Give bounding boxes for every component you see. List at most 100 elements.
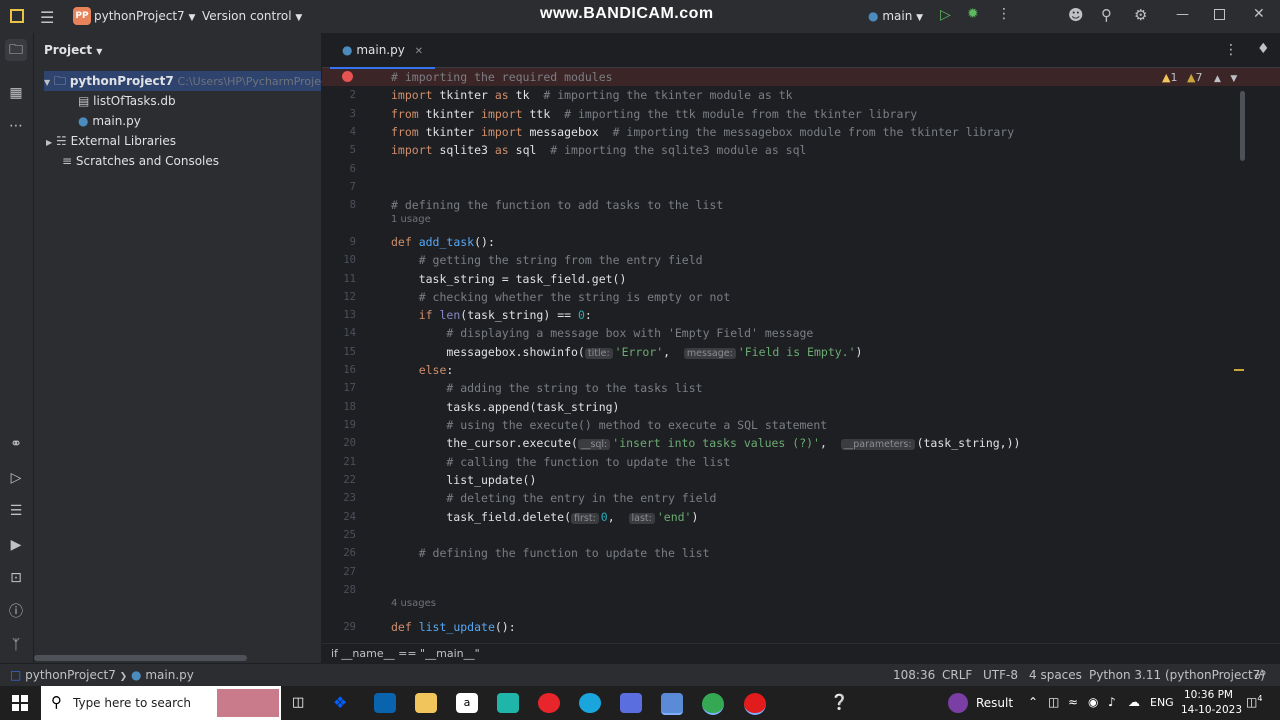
result-app-icon[interactable]: [948, 693, 968, 713]
line-number[interactable]: 4: [322, 123, 356, 141]
line-number[interactable]: 24: [322, 508, 356, 526]
code-line[interactable]: 21 # calling the function to update the …: [322, 453, 1280, 471]
taskbar-search-box[interactable]: ⚲ Type here to search: [41, 686, 281, 720]
line-number[interactable]: 25: [322, 526, 356, 544]
layers-icon[interactable]: ☰: [5, 500, 27, 522]
code-line[interactable]: # importing the required modules: [322, 68, 1280, 87]
inspection-widget[interactable]: ▲1 ▲7 ▲ ▼: [1162, 71, 1237, 84]
code-line[interactable]: 27: [322, 563, 1280, 581]
settings-gear-icon[interactable]: ⚙: [1134, 6, 1147, 24]
add-user-icon[interactable]: ☻: [1068, 6, 1084, 24]
result-label[interactable]: Result: [976, 696, 1013, 710]
help-icon[interactable]: ❔: [830, 693, 849, 711]
more-actions-icon[interactable]: ⋮: [997, 6, 1011, 22]
amazon-icon[interactable]: a: [456, 693, 478, 713]
line-number[interactable]: 21: [322, 453, 356, 471]
structure-icon[interactable]: ▦: [5, 82, 27, 104]
edge-icon[interactable]: [579, 693, 601, 713]
copilot-icon[interactable]: [620, 693, 642, 713]
tray-volume-icon[interactable]: ♪: [1108, 695, 1116, 709]
taskbar-date[interactable]: 14-10-2023: [1181, 704, 1242, 716]
opera-icon[interactable]: [538, 693, 560, 713]
code-line[interactable]: 22 list_update(): [322, 471, 1280, 489]
code-line[interactable]: 15 messagebox.showinfo(title: 'Error', me…: [322, 343, 1280, 361]
line-number[interactable]: 13: [322, 306, 356, 324]
line-number[interactable]: 19: [322, 416, 356, 434]
chevron-up-icon[interactable]: ▲: [1214, 74, 1221, 84]
line-number[interactable]: 18: [322, 398, 356, 416]
vertical-scrollbar[interactable]: [1240, 91, 1245, 161]
line-number[interactable]: 23: [322, 489, 356, 507]
code-line[interactable]: 10 # getting the string from the entry f…: [322, 251, 1280, 269]
tab-options-icon[interactable]: ⋮: [1224, 42, 1238, 58]
code-line[interactable]: 3 from tkinter import ttk # importing the…: [322, 105, 1280, 123]
code-line[interactable]: 23 # deleting the entry in the entry fie…: [322, 489, 1280, 507]
run-tool-icon[interactable]: ▷: [5, 467, 27, 489]
horizontal-scrollbar[interactable]: [34, 655, 247, 661]
project-selector[interactable]: pythonProject7 ▼: [94, 9, 195, 23]
bandicam-icon[interactable]: [744, 693, 766, 715]
problems-icon[interactable]: ⓘ: [5, 601, 27, 623]
code-line[interactable]: 16 else:: [322, 361, 1280, 379]
debug-icon[interactable]: ✹: [967, 6, 979, 22]
project-panel-header[interactable]: Project ▼: [44, 43, 102, 57]
code-line[interactable]: 19 # using the execute() method to execu…: [322, 416, 1280, 434]
notepad-icon[interactable]: [661, 693, 683, 715]
close-tab-icon[interactable]: ✕: [415, 46, 423, 57]
more-tools-icon[interactable]: ⋯: [5, 115, 27, 137]
chrome-icon[interactable]: [702, 693, 724, 715]
file-explorer-icon[interactable]: [415, 693, 437, 713]
line-number[interactable]: 3: [322, 105, 356, 123]
python-packages-icon[interactable]: ⚭: [5, 433, 27, 455]
code-line[interactable]: 17 # adding the string to the tasks list: [322, 379, 1280, 397]
minimize-icon[interactable]: —: [1176, 7, 1189, 22]
line-number[interactable]: 8: [322, 196, 356, 214]
code-line[interactable]: 18 tasks.append(task_string): [322, 398, 1280, 416]
code-breadcrumb[interactable]: if __name__ == "__main__": [322, 643, 1280, 664]
version-control-menu[interactable]: Version control ▼: [202, 9, 302, 23]
tree-item-listoftasks-db[interactable]: ▤ listOfTasks.db: [78, 91, 176, 111]
notifications-bell-icon[interactable]: ♦: [1257, 41, 1270, 57]
terminal-icon[interactable]: ⊡: [5, 567, 27, 589]
warning-marker[interactable]: [1234, 369, 1244, 371]
code-line[interactable]: 28: [322, 581, 1280, 599]
input-language[interactable]: ENG: [1150, 696, 1174, 709]
caret-position[interactable]: 108:36: [893, 668, 935, 682]
line-number[interactable]: 14: [322, 324, 356, 342]
app-s-icon[interactable]: [497, 693, 519, 713]
code-line[interactable]: 11 task_string = task_field.get(): [322, 270, 1280, 288]
code-line[interactable]: 12 # checking whether the string is empt…: [322, 288, 1280, 306]
line-number[interactable]: 16: [322, 361, 356, 379]
notification-center-icon[interactable]: ◫4: [1246, 694, 1262, 709]
services-icon[interactable]: ▶: [5, 534, 27, 556]
chevron-down-icon[interactable]: ▼: [1230, 74, 1237, 84]
run-config-selector[interactable]: ● main ▼: [868, 9, 923, 23]
line-number[interactable]: 27: [322, 563, 356, 581]
line-number[interactable]: 6: [322, 160, 356, 178]
line-number[interactable]: 10: [322, 251, 356, 269]
file-encoding[interactable]: UTF-8: [983, 668, 1018, 682]
line-number[interactable]: 7: [322, 178, 356, 196]
code-line[interactable]: 26 # defining the function to update the…: [322, 544, 1280, 562]
windows-start-icon[interactable]: [12, 695, 28, 711]
python-interpreter[interactable]: Python 3.11 (pythonProject7): [1089, 668, 1265, 682]
tray-chevron-up-icon[interactable]: ⌃: [1028, 695, 1038, 709]
code-line[interactable]: 6: [322, 160, 1280, 178]
status-breadcrumb[interactable]: □ pythonProject7 ❯ ● main.py: [10, 668, 194, 682]
tray-battery-icon[interactable]: ◫: [1048, 695, 1059, 709]
line-number[interactable]: 17: [322, 379, 356, 397]
task-view-icon[interactable]: ◫: [292, 695, 304, 710]
line-number[interactable]: 2: [322, 86, 356, 104]
git-icon[interactable]: ᛉ: [5, 634, 27, 656]
code-line[interactable]: 13 if len(task_string) == 0:: [322, 306, 1280, 324]
indent-setting[interactable]: 4 spaces: [1029, 668, 1082, 682]
tray-network-icon[interactable]: ◉: [1088, 695, 1098, 709]
line-number[interactable]: 11: [322, 270, 356, 288]
code-line[interactable]: 4 from tkinter import messagebox # import…: [322, 123, 1280, 141]
code-line[interactable]: 7: [322, 178, 1280, 196]
run-icon[interactable]: ▷: [940, 7, 951, 23]
code-area[interactable]: # importing the required modules 2 import …: [322, 68, 1280, 643]
line-number[interactable]: 15: [322, 343, 356, 361]
line-number[interactable]: 5: [322, 141, 356, 159]
lock-icon[interactable]: ☍: [1254, 668, 1266, 682]
